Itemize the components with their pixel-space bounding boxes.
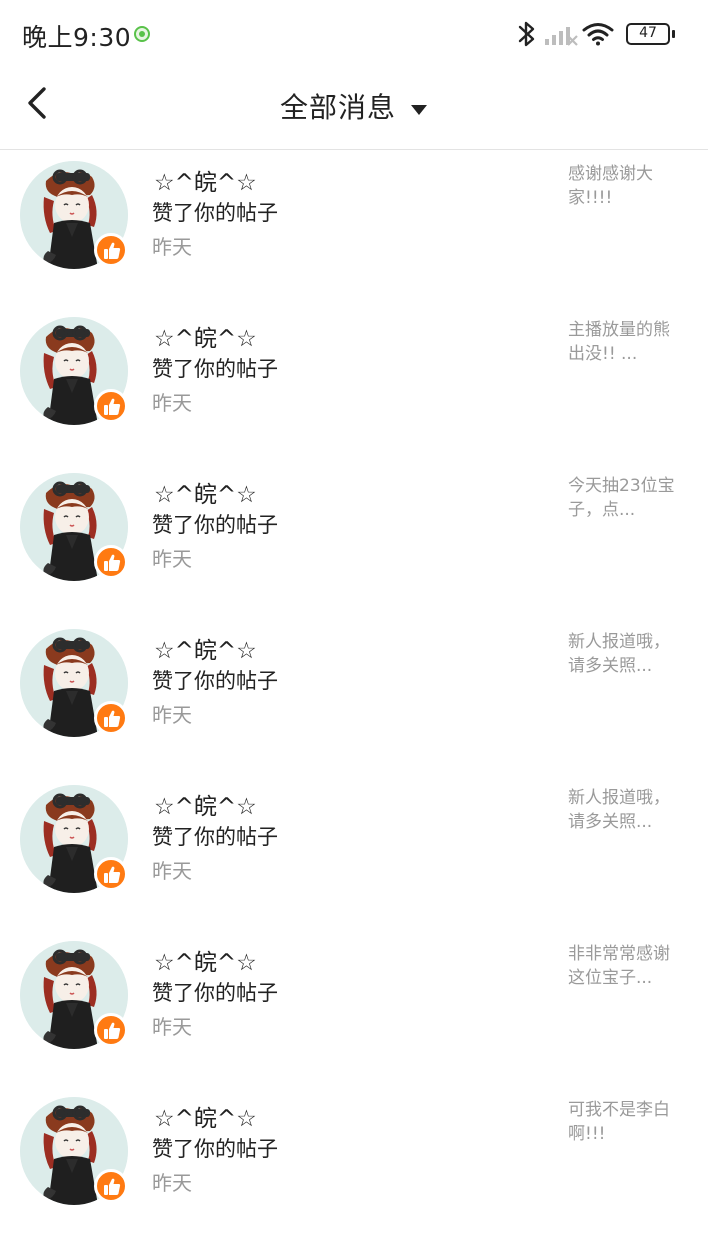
- bluetooth-icon: [518, 21, 535, 47]
- post-preview[interactable]: 今天抽23位宝子，点...: [568, 474, 686, 522]
- message-action: 赞了你的帖子: [152, 981, 278, 1005]
- message-item[interactable]: ☆^皖^☆ 赞了你的帖子 昨天 主播放量的熊出没!! ...: [0, 307, 708, 463]
- message-action: 赞了你的帖子: [152, 1137, 278, 1161]
- like-badge: [94, 389, 128, 423]
- battery-level: 47: [639, 25, 657, 41]
- message-time: 昨天: [152, 235, 192, 259]
- post-preview[interactable]: 新人报道哦，请多关照...: [568, 630, 686, 678]
- wifi-icon: [582, 23, 614, 46]
- user-name[interactable]: ☆^皖^☆: [154, 319, 257, 353]
- post-preview[interactable]: 新人报道哦，请多关照...: [568, 786, 686, 834]
- thumbs-up-icon: [104, 398, 121, 415]
- thumbs-up-icon: [104, 1022, 121, 1039]
- user-name[interactable]: ☆^皖^☆: [154, 631, 257, 665]
- like-badge: [94, 701, 128, 735]
- message-item[interactable]: ☆^皖^☆ 赞了你的帖子 昨天 新人报道哦，请多关照...: [0, 775, 708, 931]
- app-notification-icon: [134, 26, 150, 42]
- message-action: 赞了你的帖子: [152, 669, 278, 693]
- page-title: 全部消息: [279, 91, 396, 124]
- thumbs-up-icon: [104, 242, 121, 259]
- cellular-signal-icon: [545, 27, 578, 46]
- battery-icon: 47: [626, 23, 675, 45]
- message-filter-dropdown[interactable]: 全部消息: [0, 86, 708, 126]
- message-item[interactable]: ☆^皖^☆ 赞了你的帖子 昨天 感谢感谢大家!!!!: [0, 151, 708, 307]
- message-time: 昨天: [152, 547, 192, 571]
- thumbs-up-icon: [104, 554, 121, 571]
- like-badge: [94, 1169, 128, 1203]
- thumbs-up-icon: [104, 1178, 121, 1195]
- user-name[interactable]: ☆^皖^☆: [154, 163, 257, 197]
- user-name[interactable]: ☆^皖^☆: [154, 475, 257, 509]
- like-badge: [94, 857, 128, 891]
- thumbs-up-icon: [104, 710, 121, 727]
- message-list: ☆^皖^☆ 赞了你的帖子 昨天 感谢感谢大家!!!! ☆^皖^☆ 赞了你的帖子 …: [0, 151, 708, 1243]
- message-item[interactable]: ☆^皖^☆ 赞了你的帖子 昨天 可我不是李白啊!!!: [0, 1087, 708, 1243]
- message-time: 昨天: [152, 1015, 192, 1039]
- caret-down-icon: [411, 104, 427, 115]
- message-item[interactable]: ☆^皖^☆ 赞了你的帖子 昨天 新人报道哦，请多关照...: [0, 619, 708, 775]
- like-badge: [94, 1013, 128, 1047]
- user-name[interactable]: ☆^皖^☆: [154, 787, 257, 821]
- like-badge: [94, 233, 128, 267]
- status-bar: 晚上9:30 47: [0, 0, 708, 70]
- message-item[interactable]: ☆^皖^☆ 赞了你的帖子 昨天 今天抽23位宝子，点...: [0, 463, 708, 619]
- like-badge: [94, 545, 128, 579]
- user-name[interactable]: ☆^皖^☆: [154, 943, 257, 977]
- message-item[interactable]: ☆^皖^☆ 赞了你的帖子 昨天 非非常常感谢这位宝子...: [0, 931, 708, 1087]
- message-action: 赞了你的帖子: [152, 513, 278, 537]
- message-action: 赞了你的帖子: [152, 357, 278, 381]
- message-time: 昨天: [152, 391, 192, 415]
- message-action: 赞了你的帖子: [152, 825, 278, 849]
- thumbs-up-icon: [104, 866, 121, 883]
- message-action: 赞了你的帖子: [152, 201, 278, 225]
- user-name[interactable]: ☆^皖^☆: [154, 1099, 257, 1133]
- message-time: 昨天: [152, 703, 192, 727]
- status-time: 晚上9:30: [22, 23, 132, 52]
- nav-bar: 全部消息: [0, 70, 708, 150]
- post-preview[interactable]: 非非常常感谢这位宝子...: [568, 942, 686, 990]
- post-preview[interactable]: 可我不是李白啊!!!: [568, 1098, 686, 1146]
- post-preview[interactable]: 主播放量的熊出没!! ...: [568, 318, 686, 366]
- message-time: 昨天: [152, 859, 192, 883]
- message-time: 昨天: [152, 1171, 192, 1195]
- post-preview[interactable]: 感谢感谢大家!!!!: [568, 162, 686, 210]
